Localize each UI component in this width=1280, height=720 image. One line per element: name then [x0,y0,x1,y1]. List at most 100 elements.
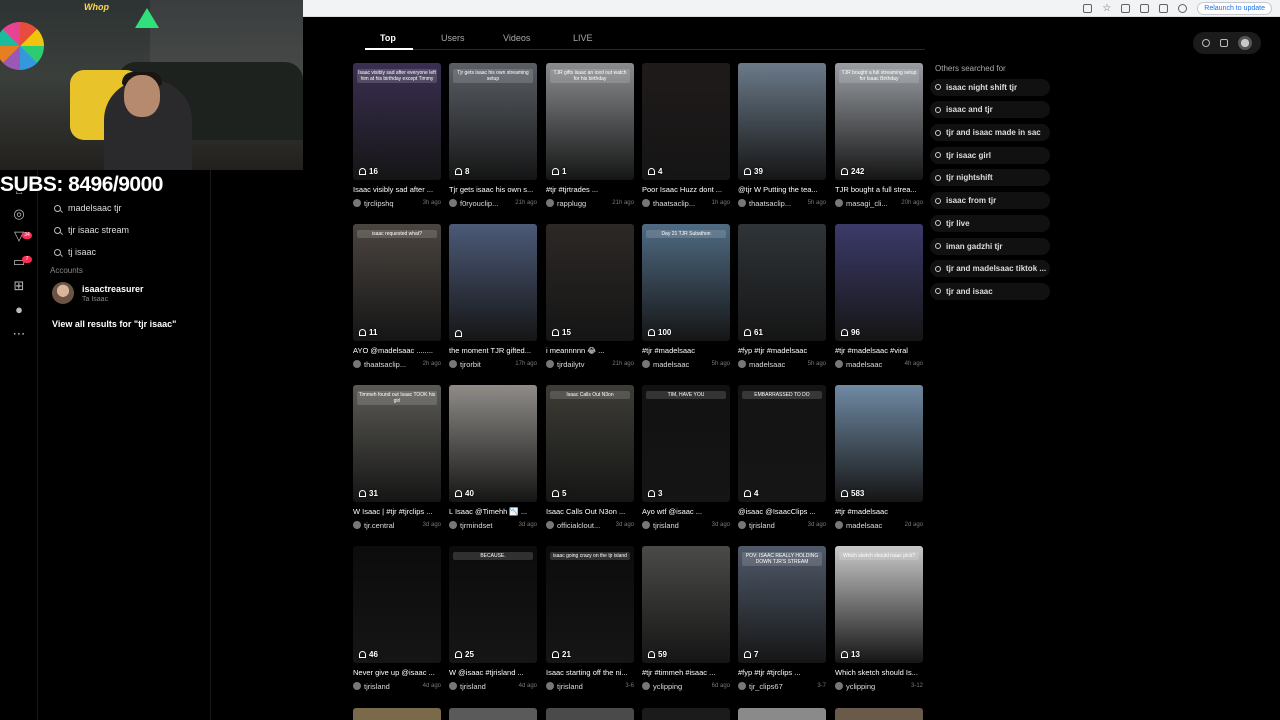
video-caption[interactable]: #tjr #madelsaac #viral [835,346,923,356]
author-name[interactable]: yclipping [653,682,682,691]
video-card[interactable]: 4 Poor Isaac Huzz dont ... thaatsaclip... 1… [642,63,730,208]
video-card[interactable]: 40 L Isaac @Timehh 📉 ... tjrmindset 3d ago [449,385,537,530]
author-name[interactable]: tjrclipshq [364,199,394,208]
video-card[interactable]: 46 Never give up @isaac ... tjrisland 4d ag… [353,546,441,691]
video-thumbnail[interactable]: TIM, HAVE YOU 3 [642,385,730,502]
author-name[interactable]: madelsaac [749,360,785,369]
avatar[interactable] [353,521,361,529]
avatar[interactable] [642,682,650,690]
video-caption[interactable]: L Isaac @Timehh 📉 ... [449,507,537,517]
author-name[interactable]: tjr_clips67 [749,682,783,691]
video-card[interactable]: 39 @tjr W Putting the tea... thaatsaclip..… [738,63,826,208]
video-caption[interactable]: @isaac @IsaacClips ... [738,507,826,517]
avatar[interactable] [835,521,843,529]
tab-top[interactable]: Top [380,33,396,43]
video-caption[interactable]: #tjr #madelsaac [642,346,730,356]
author-name[interactable]: officialclout... [557,521,600,530]
avatar[interactable] [738,199,746,207]
video-card[interactable]: 59 #tjr #timmeh #isaac ... yclipping 6d ago [642,546,730,691]
author-name[interactable]: masagi_cli... [846,199,888,208]
related-search-item[interactable]: isaac night shift tjr [930,78,1050,96]
related-search-item[interactable]: tjr live [930,214,1050,232]
video-card[interactable]: 15 i meannnnn 😂 ... tjrdailytv 21h ago [546,224,634,369]
video-thumbnail[interactable]: Tjr gets isaac his own streaming setup 8 [449,63,537,180]
mobile-icon[interactable] [1220,39,1228,47]
video-thumbnail[interactable]: 59 [642,546,730,663]
author-name[interactable]: tjrorbit [460,360,481,369]
author-name[interactable]: tjrisland [653,521,679,530]
avatar[interactable] [835,682,843,690]
video-caption[interactable]: Which sketch should Is... [835,668,923,678]
video-thumbnail[interactable]: 4 [642,63,730,180]
author-name[interactable]: madelsaac [846,521,882,530]
avatar[interactable] [642,521,650,529]
avatar[interactable] [738,682,746,690]
author-name[interactable]: tjrisland [749,521,775,530]
video-card[interactable]: Tjr gets isaac his own streaming setup 8 T… [449,63,537,208]
video-caption[interactable]: Tjr gets isaac his own s... [449,185,537,195]
video-card[interactable]: TJR gifts isaac an iced out watch for hi… [546,63,634,208]
avatar[interactable] [738,521,746,529]
video-thumbnail[interactable]: Isaac visibly sad after everyone left hi… [353,63,441,180]
author-name[interactable]: yclipping [846,682,875,691]
video-thumbnail[interactable]: 15 [546,224,634,341]
related-search-item[interactable]: tjr and isaac made in sac [930,124,1050,142]
video-caption[interactable]: #fyp #tjr #madelsaac [738,346,826,356]
avatar[interactable] [353,199,361,207]
avatar[interactable] [449,521,457,529]
video-card[interactable]: TJR bought a full streaming setup for Is… [835,63,923,208]
tab-live[interactable]: LIVE [573,33,593,43]
author-name[interactable]: tjrmindset [460,521,493,530]
video-caption[interactable]: the moment TJR gifted... [449,346,537,356]
video-card[interactable]: Isaac visibly sad after everyone left hi… [353,63,441,208]
avatar[interactable] [546,360,554,368]
avatar[interactable] [546,199,554,207]
avatar[interactable] [1238,36,1252,50]
video-thumbnail[interactable]: Which sketch should isaac pick? 13 [835,546,923,663]
video-caption[interactable]: i meannnnn 😂 ... [546,346,634,356]
avatar[interactable] [738,360,746,368]
video-thumbnail[interactable]: EMBARRASSED TO DO 4 [738,385,826,502]
avatar[interactable] [449,199,457,207]
video-thumbnail[interactable]: isaac going crazy on the tjr island 21 [546,546,634,663]
video-card[interactable]: 61 #fyp #tjr #madelsaac madelsaac 5h ago [738,224,826,369]
explore-icon[interactable]: ◎ [11,206,27,222]
video-caption[interactable]: #fyp #tjr #tjrclips ... [738,668,826,678]
author-name[interactable]: thaatsaclip... [364,360,406,369]
author-name[interactable]: madelsaac [653,360,689,369]
author-name[interactable]: madelsaac [846,360,882,369]
related-search-item[interactable]: tjr isaac girl [930,146,1050,164]
video-thumbnail[interactable]: 583 [835,385,923,502]
video-card[interactable]: Which sketch should isaac pick? 13 Which s… [835,546,923,691]
video-card[interactable]: isaac going crazy on the tjr island 21 Isa… [546,546,634,691]
video-thumbnail-preview[interactable] [546,708,634,720]
video-thumbnail[interactable]: POV: ISAAC REALLY HOLDING DOWN TJR'S STR… [738,546,826,663]
avatar[interactable] [642,360,650,368]
video-caption[interactable]: Ayo wtf @isaac ... [642,507,730,517]
video-thumbnail-preview[interactable] [835,708,923,720]
video-thumbnail-preview[interactable] [738,708,826,720]
video-card[interactable]: POV: ISAAC REALLY HOLDING DOWN TJR'S STR… [738,546,826,691]
video-card[interactable]: Timmeh found out Isaac TOOK his girl 31 W … [353,385,441,530]
video-caption[interactable]: Isaac Calls Out N3on ... [546,507,634,517]
related-search-item[interactable]: isaac and tjr [930,101,1050,119]
video-thumbnail-preview[interactable] [449,708,537,720]
upload-icon[interactable]: ⊞ [11,278,27,294]
video-caption[interactable]: W Isaac | #tjr #tjrclips ... [353,507,441,517]
video-card[interactable]: isaac requested what? 11 AYO @madelsaac ..… [353,224,441,369]
more-icon[interactable]: ⋯ [11,326,27,342]
bookmark-star-icon[interactable]: ☆ [1102,3,1111,13]
author-name[interactable]: tjrisland [460,682,486,691]
tab-users[interactable]: Users [441,33,465,43]
avatar[interactable] [546,521,554,529]
video-card[interactable]: Day 21 TJR Subathon 100 #tjr #madelsaac mad… [642,224,730,369]
author-name[interactable]: thaatsaclip... [653,199,695,208]
video-thumbnail[interactable]: 61 [738,224,826,341]
video-caption[interactable]: #tjr #tjrtrades ... [546,185,634,195]
extensions-icon[interactable] [1121,3,1131,13]
relaunch-button[interactable]: Relaunch to update [1197,1,1272,15]
related-search-item[interactable]: tjr and isaac [930,282,1050,300]
related-search-item[interactable]: iman gadzhi tjr [930,237,1050,255]
reading-list-icon[interactable] [1140,3,1150,13]
video-card[interactable]: 583 #tjr #madelsaac madelsaac 2d ago [835,385,923,530]
